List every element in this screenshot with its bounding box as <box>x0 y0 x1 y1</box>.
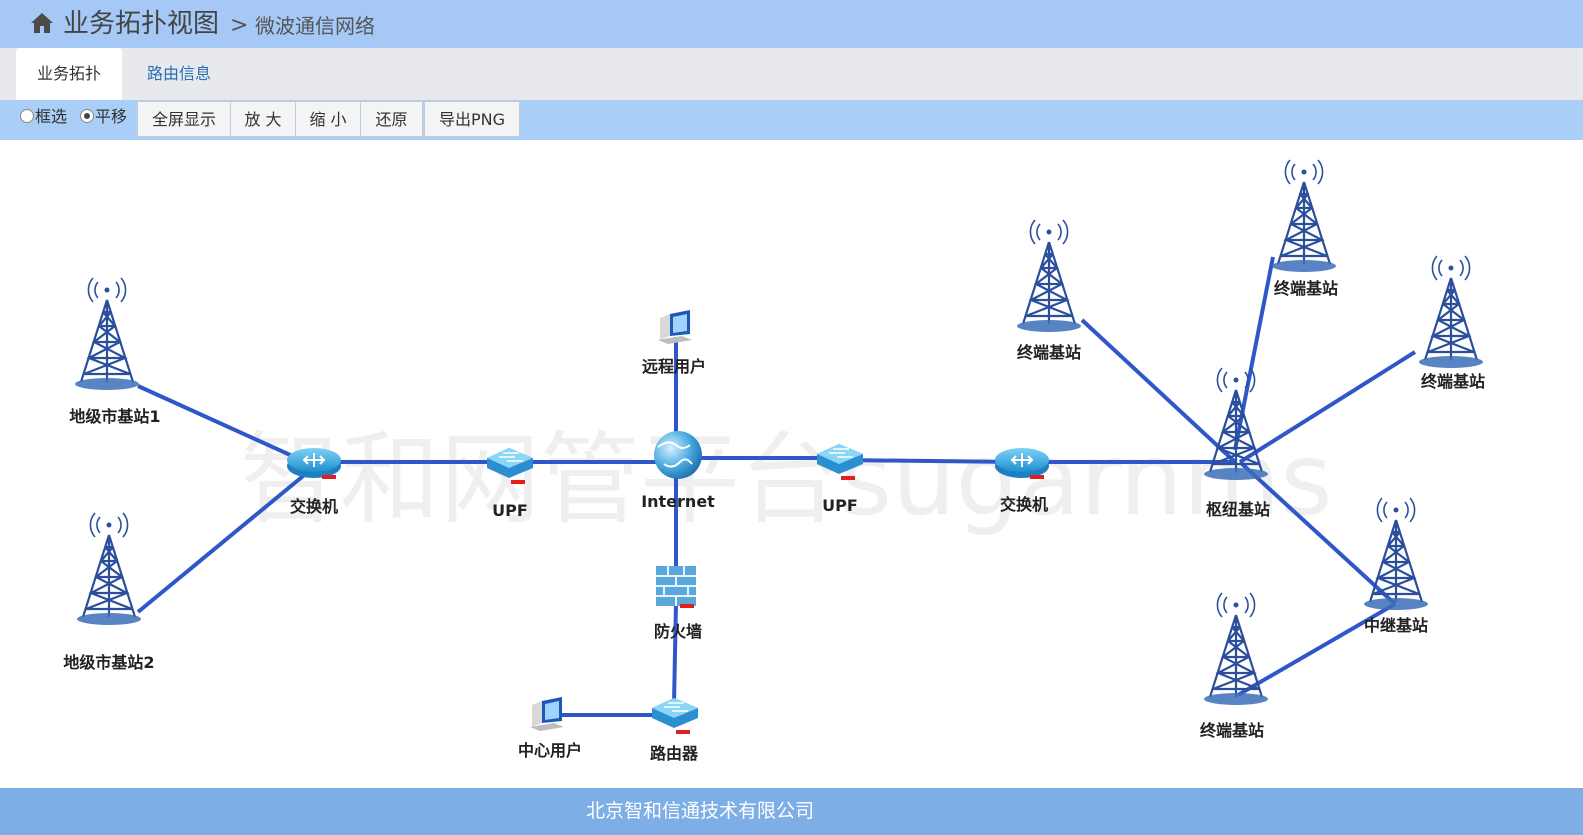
firewall-node[interactable]: 防火墙 <box>654 565 702 641</box>
toolbar: 框选 平移 全屏显示 放 大 缩 小 还原 导出PNG <box>0 100 1583 140</box>
zoom-out-button[interactable]: 缩 小 <box>295 101 361 137</box>
zoom-in-button[interactable]: 放 大 <box>230 101 296 137</box>
page-footer: 北京智和信通技术有限公司 <box>0 788 1583 835</box>
switch-icon <box>994 447 1050 480</box>
link-base2-switch[interactable] <box>136 470 310 614</box>
radio-pan-dot[interactable] <box>80 109 94 123</box>
node-label: 枢纽基站 <box>1206 500 1270 519</box>
home-icon[interactable] <box>30 12 54 34</box>
node-label: 中继基站 <box>1364 616 1428 635</box>
tower-term3[interactable]: 终端基站 <box>1417 254 1485 391</box>
center-user-node[interactable]: 中心用户 <box>518 697 582 760</box>
breadcrumb-separator: > <box>230 13 249 38</box>
node-label: 路由器 <box>650 744 699 763</box>
router-node[interactable]: 路由器 <box>650 697 699 763</box>
remote-user-node[interactable]: 远程用户 <box>642 310 706 376</box>
radio-pan[interactable]: 平移 <box>80 108 127 126</box>
link-firewall-router[interactable] <box>672 601 678 705</box>
tower-icon <box>1015 218 1083 334</box>
computer-icon <box>530 697 564 731</box>
globe-icon <box>654 431 702 479</box>
page-title: 业务拓扑视图 <box>63 9 220 39</box>
tower-icon <box>1270 158 1338 274</box>
radio-box-select-label: 框选 <box>35 107 68 126</box>
tab-route-info[interactable]: 路由信息 <box>147 48 211 100</box>
export-png-button[interactable]: 导出PNG <box>424 101 520 137</box>
firewall-icon <box>655 565 697 609</box>
topology-canvas[interactable]: 智和网管平台sugarnms 地级市基站1 地级市基站2 交换机 UPF Int… <box>10 142 1562 788</box>
company-name: 北京智和信通技术有限公司 <box>585 800 814 822</box>
breadcrumb[interactable]: 微波通信网络 <box>255 14 375 38</box>
node-label: 终端基站 <box>1421 372 1485 391</box>
node-label: 交换机 <box>1000 495 1048 514</box>
tower-base1[interactable]: 地级市基站1 <box>69 276 161 426</box>
radio-box-select-dot[interactable] <box>20 109 34 123</box>
watermark: 智和网管平台sugarnms <box>240 421 1332 538</box>
tower-icon <box>1417 254 1485 370</box>
node-label: 地级市基站1 <box>69 407 160 426</box>
switch-icon <box>286 447 342 480</box>
fullscreen-button[interactable]: 全屏显示 <box>137 101 231 137</box>
node-label: 终端基站 <box>1017 343 1081 362</box>
tower-term2[interactable]: 终端基站 <box>1270 158 1338 298</box>
page-header: 业务拓扑视图 > 微波通信网络 <box>0 0 1583 48</box>
node-label: UPF <box>822 496 858 515</box>
node-label: Internet <box>641 492 715 511</box>
select-mode-group: 框选 平移 <box>16 100 136 138</box>
node-label: 远程用户 <box>642 357 706 376</box>
node-label: UPF <box>492 501 528 520</box>
restore-button[interactable]: 还原 <box>360 101 423 137</box>
node-label: 中心用户 <box>518 741 582 760</box>
computer-icon <box>658 310 692 344</box>
node-label: 终端基站 <box>1200 721 1264 740</box>
topology-svg[interactable]: 智和网管平台sugarnms 地级市基站1 地级市基站2 交换机 UPF Int… <box>10 142 1562 788</box>
radio-pan-label: 平移 <box>95 107 128 126</box>
tower-base2[interactable]: 地级市基站2 <box>63 511 155 672</box>
link-upf-switch[interactable] <box>837 458 1023 464</box>
node-label: 终端基站 <box>1274 279 1338 298</box>
node-label: 防火墙 <box>654 622 702 641</box>
tower-term4[interactable]: 终端基站 <box>1200 591 1270 740</box>
tower-icon <box>75 511 143 627</box>
router-icon <box>651 697 699 735</box>
tower-icon <box>1202 591 1270 707</box>
tower-icon <box>1362 496 1430 612</box>
node-label: 交换机 <box>290 497 338 516</box>
tower-icon <box>73 276 141 392</box>
tab-bar: 业务拓扑 路由信息 <box>0 48 1583 100</box>
tab-topology[interactable]: 业务拓扑 <box>16 48 122 100</box>
radio-box-select[interactable]: 框选 <box>20 108 67 126</box>
node-label: 地级市基站2 <box>63 653 154 672</box>
tower-term1[interactable]: 终端基站 <box>1015 218 1083 362</box>
